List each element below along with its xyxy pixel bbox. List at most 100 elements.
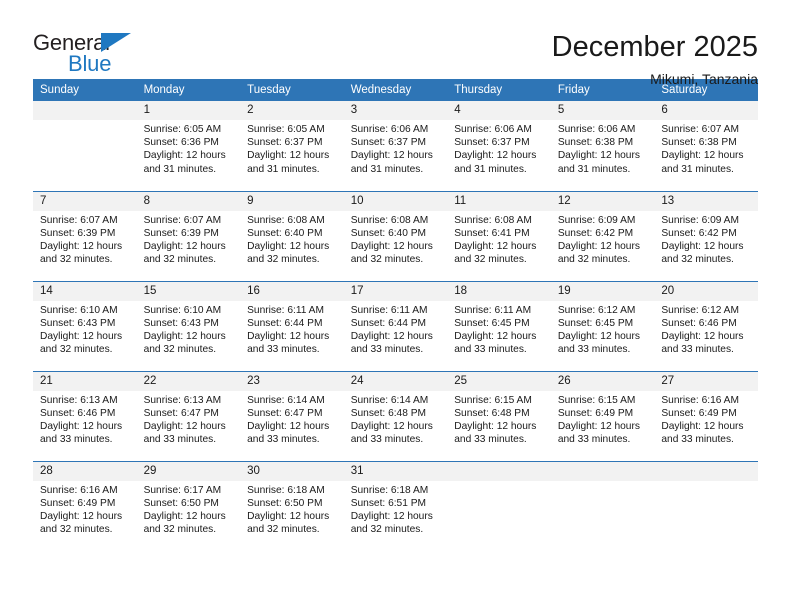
day-sunset-text: Sunset: 6:45 PM — [557, 317, 634, 329]
day-cell-content: 10 Sunrise: 6:08 AM Sunset: 6:40 PM Dayligh… — [343, 191, 448, 281]
day-cell-content: 23 Sunrise: 6:14 AM Sunset: 6:47 PM Dayligh… — [240, 371, 344, 461]
day-cell-content: 8 Sunrise: 6:07 AM Sunset: 6:39 PM Daylight… — [136, 191, 241, 281]
day-daylight-line1-text: Daylight: 12 hours — [143, 330, 226, 342]
day-daylight-line1-text: Daylight: 12 hours — [247, 510, 330, 522]
calendar-week-row: 21 Sunrise: 6:13 AM Sunset: 6:46 PM Dayligh… — [33, 370, 758, 461]
day-daylight-line1-text: Daylight: 12 hours — [40, 330, 123, 342]
day-sunset-text: Sunset: 6:43 PM — [143, 317, 219, 329]
day-daylight-line1-text: Daylight: 12 hours — [661, 420, 744, 432]
calendar-day-cell[interactable]: 1 Sunrise: 6:05 AM Sunset: 6:36 PM Daylight… — [136, 101, 241, 191]
calendar-day-cell[interactable]: 11 Sunrise: 6:08 AM Sunset: 6:41 PM Dayligh… — [447, 190, 551, 281]
day-number — [447, 461, 551, 481]
day-cell-content: 26 Sunrise: 6:15 AM Sunset: 6:49 PM Dayligh… — [550, 371, 655, 461]
day-cell-content: 28 Sunrise: 6:16 AM Sunset: 6:49 PM Dayligh… — [33, 461, 137, 552]
day-sunrise-text: Sunrise: 6:10 AM — [40, 304, 118, 316]
calendar-day-cell[interactable]: 2 Sunrise: 6:05 AM Sunset: 6:37 PM Daylight… — [240, 101, 344, 191]
day-sunset-text: Sunset: 6:49 PM — [40, 497, 116, 509]
day-sunrise-text: Sunrise: 6:05 AM — [143, 124, 222, 135]
day-sunset-text: Sunset: 6:44 PM — [247, 317, 323, 329]
general-blue-logo[interactable]: General Blue — [33, 30, 145, 78]
day-cell-content: 31 Sunrise: 6:18 AM Sunset: 6:51 PM Dayligh… — [343, 461, 448, 552]
calendar-day-cell[interactable]: 6 Sunrise: 6:07 AM Sunset: 6:38 PM Daylight… — [654, 101, 758, 191]
day-daylight-line2-text: and 33 minutes. — [661, 344, 734, 356]
day-sun-info: Sunrise: 6:07 AM Sunset: 6:39 PM Daylight:… — [137, 211, 241, 267]
day-sun-info: Sunrise: 6:08 AM Sunset: 6:41 PM Daylight:… — [447, 211, 551, 267]
day-daylight-line1-text: Daylight: 12 hours — [247, 240, 330, 252]
day-sun-info: Sunrise: 6:10 AM Sunset: 6:43 PM Daylight:… — [33, 301, 137, 357]
day-sun-info: Sunrise: 6:06 AM Sunset: 6:37 PM Daylight:… — [344, 120, 448, 176]
calendar-day-cell[interactable]: 20 Sunrise: 6:12 AM Sunset: 6:46 PM Dayligh… — [654, 280, 758, 371]
day-sunrise-text: Sunrise: 6:11 AM — [350, 304, 428, 316]
calendar-day-cell[interactable]: 17 Sunrise: 6:11 AM Sunset: 6:44 PM Dayligh… — [343, 280, 448, 371]
day-sunrise-text: Sunrise: 6:14 AM — [247, 394, 325, 406]
day-daylight-line2-text: and 32 minutes. — [350, 524, 424, 536]
day-sunrise-text: Sunrise: 6:10 AM — [143, 304, 222, 316]
calendar-day-cell[interactable]: 21 Sunrise: 6:13 AM Sunset: 6:46 PM Dayligh… — [33, 370, 137, 461]
day-sun-info: Sunrise: 6:10 AM Sunset: 6:43 PM Daylight:… — [137, 301, 241, 357]
calendar-day-cell-empty — [550, 460, 655, 551]
calendar-day-cell[interactable]: 19 Sunrise: 6:12 AM Sunset: 6:45 PM Dayligh… — [550, 280, 655, 371]
day-sunset-text: Sunset: 6:41 PM — [454, 227, 530, 239]
calendar-day-cell[interactable]: 25 Sunrise: 6:15 AM Sunset: 6:48 PM Dayligh… — [447, 370, 551, 461]
day-daylight-line2-text: and 32 minutes. — [247, 524, 320, 536]
day-cell-content: 30 Sunrise: 6:18 AM Sunset: 6:50 PM Dayligh… — [240, 461, 344, 552]
day-sunrise-text: Sunrise: 6:07 AM — [661, 124, 739, 135]
calendar-day-cell[interactable]: 5 Sunrise: 6:06 AM Sunset: 6:38 PM Daylight… — [550, 101, 655, 191]
day-daylight-line1-text: Daylight: 12 hours — [557, 330, 640, 342]
calendar-day-cell[interactable]: 26 Sunrise: 6:15 AM Sunset: 6:49 PM Dayligh… — [550, 370, 655, 461]
calendar-day-cell[interactable]: 30 Sunrise: 6:18 AM Sunset: 6:50 PM Dayligh… — [240, 460, 344, 552]
day-sunrise-text: Sunrise: 6:06 AM — [557, 124, 636, 135]
day-daylight-line1-text: Daylight: 12 hours — [454, 240, 537, 252]
calendar-day-cell[interactable]: 28 Sunrise: 6:16 AM Sunset: 6:49 PM Dayligh… — [33, 460, 137, 552]
calendar-day-cell[interactable]: 16 Sunrise: 6:11 AM Sunset: 6:44 PM Dayligh… — [240, 280, 344, 371]
day-sun-info: Sunrise: 6:14 AM Sunset: 6:47 PM Daylight:… — [240, 391, 344, 447]
day-daylight-line2-text: and 33 minutes. — [661, 434, 734, 446]
calendar-day-cell[interactable]: 31 Sunrise: 6:18 AM Sunset: 6:51 PM Dayligh… — [343, 460, 448, 552]
calendar-day-cell[interactable]: 12 Sunrise: 6:09 AM Sunset: 6:42 PM Dayligh… — [550, 190, 655, 281]
weekday-header-tuesday: Tuesday — [240, 79, 344, 101]
calendar-day-cell[interactable]: 10 Sunrise: 6:08 AM Sunset: 6:40 PM Dayligh… — [343, 190, 448, 281]
day-cell-content: 7 Sunrise: 6:07 AM Sunset: 6:39 PM Daylight… — [33, 191, 137, 281]
day-number: 6 — [654, 101, 758, 120]
calendar-day-cell[interactable]: 13 Sunrise: 6:09 AM Sunset: 6:42 PM Dayligh… — [654, 190, 758, 281]
day-number: 24 — [343, 371, 448, 391]
day-cell-content: 21 Sunrise: 6:13 AM Sunset: 6:46 PM Dayligh… — [33, 371, 137, 461]
day-daylight-line1-text: Daylight: 12 hours — [143, 150, 226, 162]
calendar-day-cell[interactable]: 3 Sunrise: 6:06 AM Sunset: 6:37 PM Daylight… — [343, 101, 448, 191]
day-number: 21 — [33, 371, 137, 391]
day-sunrise-text: Sunrise: 6:13 AM — [143, 394, 222, 406]
day-daylight-line2-text: and 33 minutes. — [247, 434, 320, 446]
day-daylight-line2-text: and 31 minutes. — [557, 163, 631, 175]
day-sunset-text: Sunset: 6:49 PM — [557, 407, 634, 419]
calendar-day-cell[interactable]: 15 Sunrise: 6:10 AM Sunset: 6:43 PM Dayligh… — [136, 280, 241, 371]
calendar-day-cell[interactable]: 23 Sunrise: 6:14 AM Sunset: 6:47 PM Dayligh… — [240, 370, 344, 461]
day-sun-info: Sunrise: 6:11 AM Sunset: 6:44 PM Daylight:… — [344, 301, 448, 357]
title-block: December 2025 Mikumi, Tanzania — [552, 30, 758, 89]
day-sunset-text: Sunset: 6:45 PM — [454, 317, 530, 329]
day-number — [33, 101, 137, 120]
calendar-day-cell[interactable]: 4 Sunrise: 6:06 AM Sunset: 6:37 PM Daylight… — [447, 101, 551, 191]
calendar-day-cell[interactable]: 8 Sunrise: 6:07 AM Sunset: 6:39 PM Daylight… — [136, 190, 241, 281]
calendar-day-cell[interactable]: 14 Sunrise: 6:10 AM Sunset: 6:43 PM Dayligh… — [33, 280, 137, 371]
calendar-day-cell[interactable]: 29 Sunrise: 6:17 AM Sunset: 6:50 PM Dayligh… — [136, 460, 241, 551]
day-daylight-line1-text: Daylight: 12 hours — [557, 420, 640, 432]
calendar-day-cell[interactable]: 9 Sunrise: 6:08 AM Sunset: 6:40 PM Daylight… — [240, 190, 344, 281]
calendar-day-cell[interactable]: 27 Sunrise: 6:16 AM Sunset: 6:49 PM Dayligh… — [654, 370, 758, 461]
day-cell-content: 17 Sunrise: 6:11 AM Sunset: 6:44 PM Dayligh… — [343, 281, 448, 371]
calendar-day-cell[interactable]: 7 Sunrise: 6:07 AM Sunset: 6:39 PM Daylight… — [33, 190, 137, 281]
day-number: 13 — [654, 191, 758, 211]
day-sunrise-text: Sunrise: 6:08 AM — [350, 214, 429, 226]
day-daylight-line2-text: and 33 minutes. — [40, 434, 113, 446]
day-sunset-text: Sunset: 6:42 PM — [661, 227, 737, 239]
day-number — [654, 461, 758, 481]
day-cell-content: 19 Sunrise: 6:12 AM Sunset: 6:45 PM Dayligh… — [550, 281, 655, 371]
day-cell-content: 13 Sunrise: 6:09 AM Sunset: 6:42 PM Dayligh… — [654, 191, 758, 281]
day-cell-content: 3 Sunrise: 6:06 AM Sunset: 6:37 PM Daylight… — [343, 101, 448, 191]
calendar-day-cell[interactable]: 18 Sunrise: 6:11 AM Sunset: 6:45 PM Dayligh… — [447, 280, 551, 371]
day-number: 22 — [136, 371, 241, 391]
day-cell-content: 22 Sunrise: 6:13 AM Sunset: 6:47 PM Dayligh… — [136, 371, 241, 461]
calendar-day-cell[interactable]: 24 Sunrise: 6:14 AM Sunset: 6:48 PM Dayligh… — [343, 370, 448, 461]
day-cell-content: 6 Sunrise: 6:07 AM Sunset: 6:38 PM Daylight… — [654, 101, 758, 191]
day-number: 8 — [136, 191, 241, 211]
calendar-day-cell[interactable]: 22 Sunrise: 6:13 AM Sunset: 6:47 PM Dayligh… — [136, 370, 241, 461]
